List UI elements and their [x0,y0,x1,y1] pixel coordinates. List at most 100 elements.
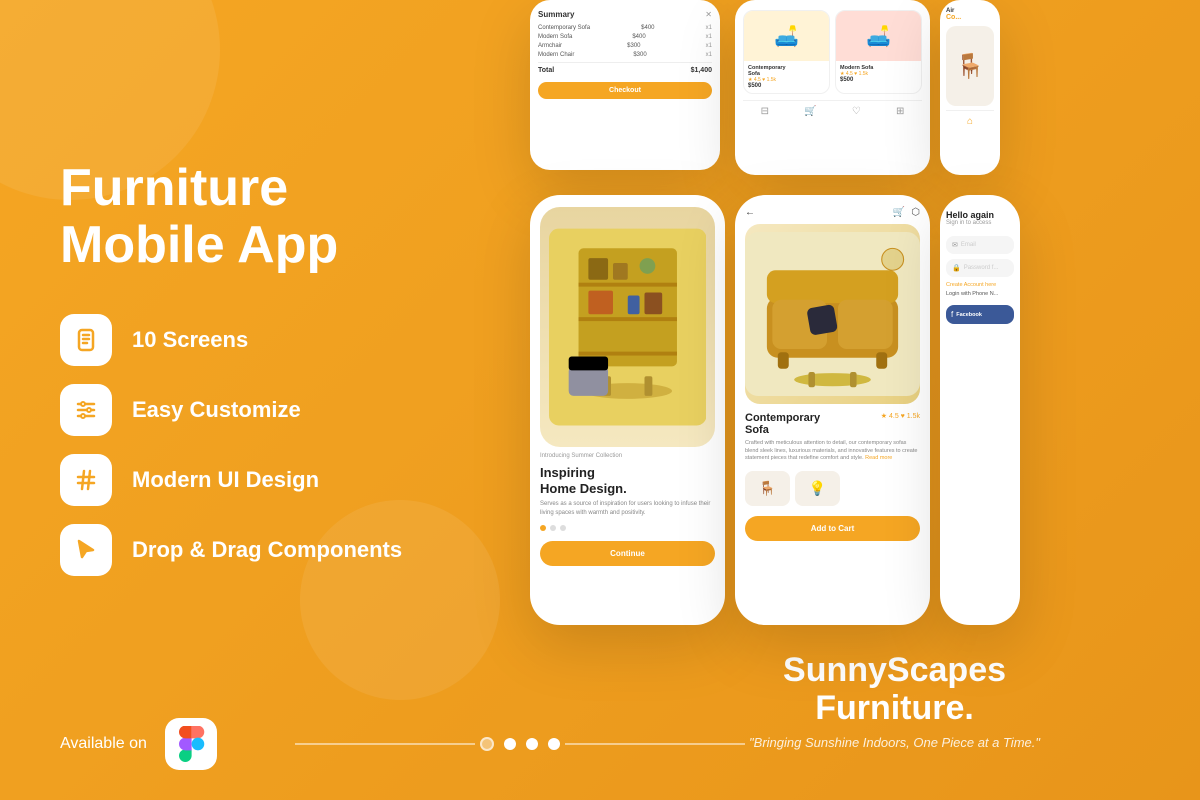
phone-onboarding: Introducing Summer Collection InspiringH… [530,195,725,625]
onboard-dot-1[interactable] [540,525,546,531]
feature-icon-customize-box [60,384,112,436]
left-section: Furniture Mobile App 10 Screens [60,160,430,576]
summary-header: Summary ✕ [538,10,712,19]
password-field[interactable]: 🔒 Password f... [946,259,1014,277]
nav-heart-icon[interactable]: ♡ [852,106,861,117]
summary-divider [538,62,712,63]
email-field[interactable]: ✉ Email [946,236,1014,254]
summary-item-1-name: Contemporary Sofa [538,25,590,31]
detail-action-icons: 🛒 ⬡ [893,207,920,218]
detail-product-name: ContemporarySofa [745,412,820,436]
summary-item-1-qty: x1 [706,25,712,31]
product-card-1[interactable]: 🛋️ ContemporarySofa ★ 4.5 ♥ 1.5k $500 [743,10,830,94]
dot-2[interactable] [504,738,516,750]
nav-home-icon[interactable]: ⊟ [761,106,769,117]
onboard-tag: Introducing Summer Collection [540,453,715,459]
onboard-image [540,207,715,447]
dot-line-left [295,743,475,745]
sofa-detail-svg [745,224,920,404]
create-account-link[interactable]: Create Account here [946,282,1014,288]
product-card-2[interactable]: 🛋️ Modern Sofa ★ 4.5 ♥ 1.5k $500 [835,10,922,94]
bottom-nav-listing: ⊟ 🛒 ♡ ⊞ [743,100,922,119]
feature-icon-ui-box [60,454,112,506]
summary-total-label: Total [538,67,554,74]
product-price-1: $500 [748,83,825,89]
product-detail-image [745,224,920,404]
phone-5-inner: ← 🛒 ⬡ [735,195,930,553]
password-icon: 🔒 [952,264,961,272]
facebook-icon: f [951,310,953,319]
feature-list: 10 Screens Easy Customize [60,314,430,576]
thumbnail-1[interactable]: 🪑 [745,471,790,506]
products-grid: 🛋️ ContemporarySofa ★ 4.5 ♥ 1.5k $500 🛋️… [743,10,922,94]
onboard-subtext: Serves as a source of inspiration for us… [540,500,715,517]
partial-img: 🪑 [946,26,994,106]
phone-2-inner: 🛋️ ContemporarySofa ★ 4.5 ♥ 1.5k $500 🛋️… [735,0,930,175]
feature-label-ui-design: Modern UI Design [132,467,319,493]
summary-total-value: $1,400 [691,67,712,74]
feature-item-customize: Easy Customize [60,384,430,436]
nav-grid-icon[interactable]: ⊞ [896,106,904,117]
detail-name-row: ContemporarySofa ★ 4.5 ♥ 1.5k [745,412,920,436]
continue-button[interactable]: Continue [540,541,715,566]
facebook-label: Facebook [956,312,982,318]
feature-label-screens: 10 Screens [132,327,248,353]
summary-title: Summary [538,10,574,19]
onboard-dots [540,525,715,531]
summary-row-2: Modern Sofa $400 x1 [538,34,712,40]
summary-item-3-qty: x1 [706,43,712,49]
product-img-1: 🛋️ [744,11,829,61]
signin-prompt: Sign in to access [946,220,1014,226]
summary-item-2-name: Modern Sofa [538,34,572,40]
password-placeholder: Password f... [964,265,999,271]
feature-label-drag-drop: Drop & Drag Components [132,537,402,563]
feature-icon-screens-box [60,314,112,366]
phone-product-listing: 🛋️ ContemporarySofa ★ 4.5 ♥ 1.5k $500 🛋️… [735,0,930,175]
summary-row-4: Modern Chair $300 x1 [538,52,712,58]
phone-4-inner: Introducing Summer Collection InspiringH… [530,195,725,578]
product-info-1: ContemporarySofa ★ 4.5 ♥ 1.5k $500 [744,61,829,93]
summary-total-row: Total $1,400 [538,67,712,74]
onboard-dot-2[interactable] [550,525,556,531]
onboard-dot-3[interactable] [560,525,566,531]
feature-item-ui-design: Modern UI Design [60,454,430,506]
facebook-login-button[interactable]: f Facebook [946,305,1014,324]
detail-header: ← 🛒 ⬡ [745,207,920,218]
sliders-icon [74,398,98,422]
phone-login-partial: Hello again Sign in to access ✉ Email 🔒 … [940,195,1020,625]
feature-icon-drag-box [60,524,112,576]
partial-nav: ⌂ [946,110,994,127]
add-to-cart-button[interactable]: Add to Cart [745,516,920,541]
email-icon: ✉ [952,241,958,249]
summary-item-3-name: Armchair [538,43,562,49]
available-on-text: Available on [60,735,147,753]
read-more-link[interactable]: Read more [865,455,892,461]
cart-icon[interactable]: 🛒 [893,207,905,218]
back-button[interactable]: ← [745,207,755,218]
main-title: Furniture Mobile App [60,160,430,274]
summary-item-4-qty: x1 [706,52,712,58]
product-info-2: Modern Sofa ★ 4.5 ♥ 1.5k $500 [836,61,921,87]
partial-top-inner: Air Co... 🪑 ⌂ [940,0,1000,135]
phones-container: Summary ✕ Contemporary Sofa $400 x1 Mode… [520,0,1200,800]
cursor-icon [74,538,98,562]
phone-order-summary: Summary ✕ Contemporary Sofa $400 x1 Mode… [530,0,720,170]
summary-item-2-qty: x1 [706,34,712,40]
summary-close[interactable]: ✕ [705,10,712,19]
phone-6-inner: Hello again Sign in to access ✉ Email 🔒 … [940,195,1020,339]
onboard-heading: InspiringHome Design. [540,465,715,496]
thumbnail-row: 🪑 💡 [745,471,920,506]
summary-item-1-price: $400 [641,25,654,31]
summary-row-1: Contemporary Sofa $400 x1 [538,25,712,31]
hello-again-text: Hello again [946,210,1014,220]
login-phone-link[interactable]: Login with Phone N... [946,291,1014,297]
summary-item-2-price: $400 [632,34,645,40]
thumbnail-2[interactable]: 💡 [795,471,840,506]
hashtag-icon [74,468,98,492]
phone-partial-top: Air Co... 🪑 ⌂ [940,0,1000,175]
dot-1[interactable] [480,737,494,751]
share-icon[interactable]: ⬡ [911,207,920,218]
product-img-2: 🛋️ [836,11,921,61]
checkout-button[interactable]: Checkout [538,82,712,99]
nav-cart-icon[interactable]: 🛒 [804,106,816,117]
